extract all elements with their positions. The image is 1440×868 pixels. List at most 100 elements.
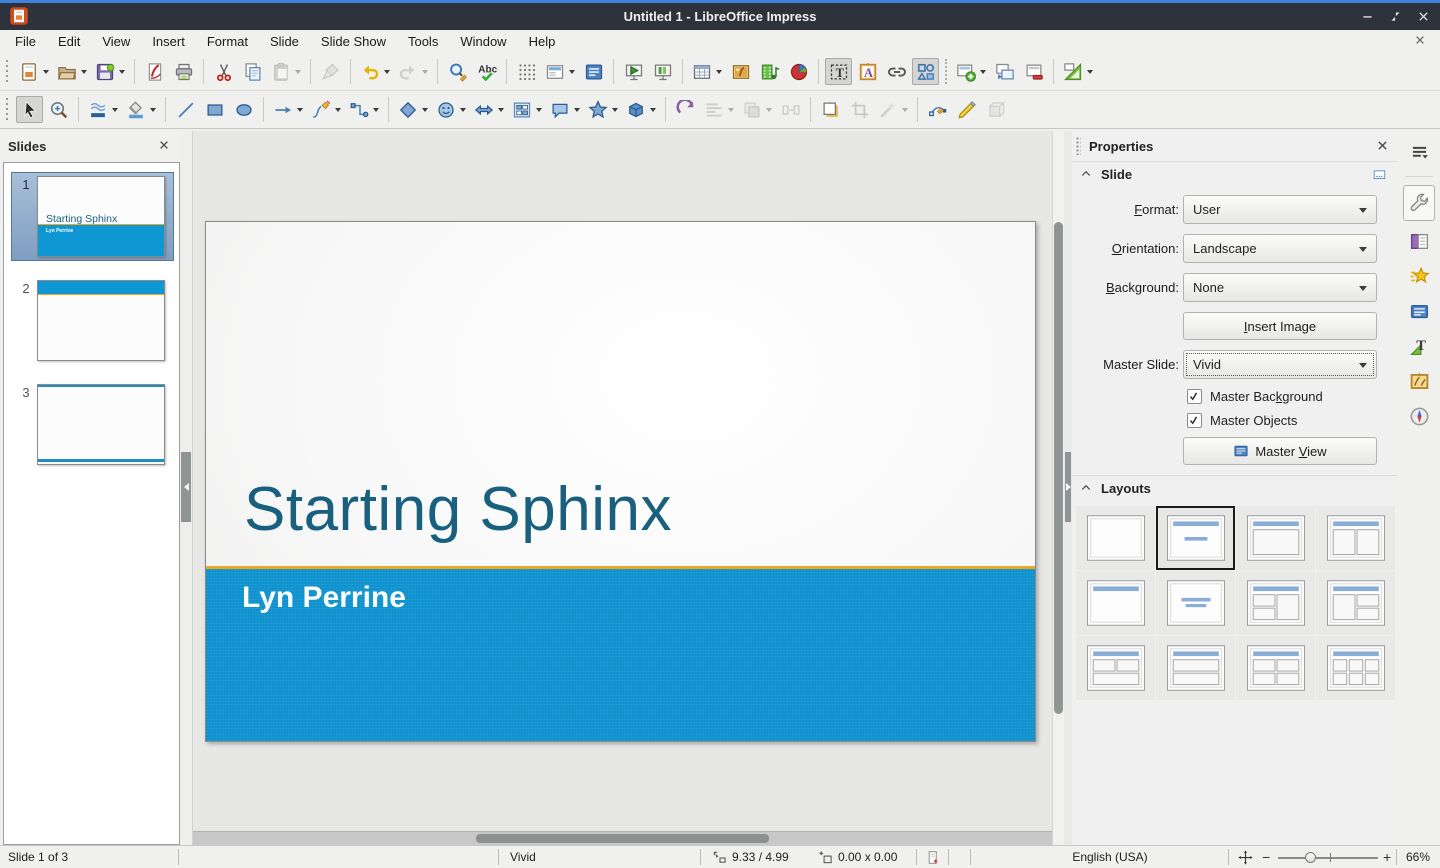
master-view-button[interactable]: Master View bbox=[1183, 437, 1377, 465]
lines-and-arrows-button[interactable] bbox=[270, 96, 306, 123]
crop-image-button[interactable] bbox=[846, 96, 873, 123]
horizontal-scrollbar-thumb[interactable] bbox=[476, 834, 769, 843]
image-filter-button[interactable] bbox=[875, 96, 911, 123]
toolbar-grip[interactable] bbox=[5, 59, 11, 85]
stars-banners-button[interactable] bbox=[585, 96, 621, 123]
ellipse-button[interactable] bbox=[230, 96, 257, 123]
toolbar-grip[interactable] bbox=[5, 97, 11, 123]
block-arrows-button[interactable] bbox=[471, 96, 507, 123]
duplicate-slide-button[interactable] bbox=[991, 58, 1018, 85]
dropdown-arrow-icon[interactable] bbox=[384, 70, 390, 74]
menu-format[interactable]: Format bbox=[196, 32, 259, 51]
menu-file[interactable]: File bbox=[4, 32, 47, 51]
restore-button[interactable] bbox=[1386, 7, 1404, 25]
dropdown-arrow-icon[interactable] bbox=[569, 70, 575, 74]
dropdown-arrow-icon[interactable] bbox=[112, 108, 118, 112]
redo-button[interactable] bbox=[395, 58, 431, 85]
slide-properties-button[interactable] bbox=[1060, 58, 1096, 85]
symbol-shapes-button[interactable] bbox=[433, 96, 469, 123]
object-size-field[interactable]: 0.00 x 0.00 bbox=[818, 846, 897, 868]
shadow-button[interactable] bbox=[817, 96, 844, 123]
rotate-button[interactable] bbox=[672, 96, 699, 123]
insert-text-box-button[interactable]: T bbox=[825, 58, 852, 85]
background-dropdown[interactable]: None bbox=[1183, 273, 1377, 302]
slide-count-field[interactable]: Slide 1 of 3 bbox=[8, 846, 68, 868]
slide-section-header[interactable]: Slide bbox=[1072, 161, 1398, 187]
align-objects-button[interactable] bbox=[701, 96, 737, 123]
dropdown-arrow-icon[interactable] bbox=[612, 108, 618, 112]
insert-fontwork-button[interactable]: A bbox=[854, 58, 881, 85]
dropdown-arrow-icon[interactable] bbox=[650, 108, 656, 112]
slides-panel-splitter[interactable] bbox=[180, 131, 192, 845]
layout-title-2-content-and-content[interactable] bbox=[1236, 571, 1315, 635]
dropdown-arrow-icon[interactable] bbox=[574, 108, 580, 112]
display-grid-button[interactable] bbox=[513, 58, 540, 85]
sidebar-tab-master-slides[interactable] bbox=[1403, 296, 1435, 326]
sidebar-splitter[interactable] bbox=[1064, 131, 1072, 845]
dropdown-arrow-icon[interactable] bbox=[536, 108, 542, 112]
dropdown-arrow-icon[interactable] bbox=[335, 108, 341, 112]
display-mode-button[interactable] bbox=[580, 58, 607, 85]
layout-title-only[interactable] bbox=[1076, 571, 1155, 635]
dropdown-arrow-icon[interactable] bbox=[980, 70, 986, 74]
fit-slide-field[interactable] bbox=[1238, 846, 1258, 868]
open-button[interactable] bbox=[54, 58, 90, 85]
slide-thumbnail-3[interactable]: 3 bbox=[11, 380, 174, 469]
master-background-checkbox[interactable] bbox=[1187, 389, 1202, 404]
start-from-first-slide-button[interactable] bbox=[620, 58, 647, 85]
sidebar-tab-styles[interactable]: T bbox=[1403, 331, 1435, 361]
vertical-scrollbar-thumb[interactable] bbox=[1054, 222, 1063, 714]
insert-line-button[interactable] bbox=[172, 96, 199, 123]
select-button[interactable] bbox=[16, 96, 43, 123]
insert-audio-video-button[interactable] bbox=[756, 58, 783, 85]
distribute-button[interactable] bbox=[777, 96, 804, 123]
edit-points-button[interactable] bbox=[924, 96, 951, 123]
sidebar-tab-animation[interactable] bbox=[1403, 261, 1435, 291]
layout-title-content-over-content[interactable] bbox=[1156, 636, 1235, 700]
dropdown-arrow-icon[interactable] bbox=[460, 108, 466, 112]
slide-thumbnail-1[interactable]: 1Starting SphinxLyn Perrine bbox=[11, 172, 174, 261]
menu-help[interactable]: Help bbox=[518, 32, 567, 51]
dropdown-arrow-icon[interactable] bbox=[150, 108, 156, 112]
slide-title-text[interactable]: Starting Sphinx bbox=[244, 474, 672, 545]
close-document-icon[interactable] bbox=[1414, 34, 1428, 48]
spelling-button[interactable]: Abc bbox=[473, 58, 500, 85]
rectangle-button[interactable] bbox=[201, 96, 228, 123]
menu-view[interactable]: View bbox=[91, 32, 141, 51]
arrange-objects-button[interactable] bbox=[739, 96, 775, 123]
layout-blank[interactable] bbox=[1076, 506, 1155, 570]
horizontal-scrollbar[interactable] bbox=[193, 831, 1052, 845]
close-button[interactable] bbox=[1414, 7, 1432, 25]
collapse-sidebar-handle[interactable] bbox=[1065, 452, 1071, 522]
layout-title-content[interactable] bbox=[1236, 506, 1315, 570]
dropdown-arrow-icon[interactable] bbox=[297, 108, 303, 112]
paste-button[interactable] bbox=[268, 58, 304, 85]
sidebar-tab-properties[interactable] bbox=[1403, 185, 1435, 221]
dropdown-arrow-icon[interactable] bbox=[902, 108, 908, 112]
master-slide-field[interactable]: Vivid bbox=[510, 846, 536, 868]
layout-title-and-2-content[interactable] bbox=[1316, 506, 1395, 570]
slide-subtitle-text[interactable]: Lyn Perrine bbox=[242, 581, 406, 615]
delete-slide-button[interactable] bbox=[1020, 58, 1047, 85]
menu-insert[interactable]: Insert bbox=[141, 32, 196, 51]
sidebar-tab-slide-transition[interactable] bbox=[1403, 226, 1435, 256]
layout-title-4-content[interactable] bbox=[1236, 636, 1315, 700]
sidebar-tab-navigator[interactable] bbox=[1403, 401, 1435, 431]
dropdown-arrow-icon[interactable] bbox=[119, 70, 125, 74]
fill-color-button[interactable] bbox=[123, 96, 159, 123]
format-dropdown[interactable]: User bbox=[1183, 195, 1377, 224]
dropdown-arrow-icon[interactable] bbox=[1087, 70, 1093, 74]
clone-formatting-button[interactable] bbox=[317, 58, 344, 85]
collapse-slides-panel-handle[interactable] bbox=[181, 452, 191, 522]
insert-hyperlink-button[interactable] bbox=[883, 58, 910, 85]
new-presentation-button[interactable] bbox=[16, 58, 52, 85]
zoom-level-field[interactable]: 66% bbox=[1406, 846, 1430, 868]
collapse-section-chevron-icon[interactable] bbox=[1080, 168, 1093, 181]
edit-canvas[interactable]: Starting Sphinx Lyn Perrine bbox=[192, 131, 1052, 845]
dropdown-arrow-icon[interactable] bbox=[728, 108, 734, 112]
menu-edit[interactable]: Edit bbox=[47, 32, 91, 51]
show-draw-functions-button[interactable] bbox=[912, 58, 939, 85]
minimize-button[interactable] bbox=[1358, 7, 1376, 25]
3d-objects-button[interactable] bbox=[623, 96, 659, 123]
menu-slide[interactable]: Slide bbox=[259, 32, 310, 51]
